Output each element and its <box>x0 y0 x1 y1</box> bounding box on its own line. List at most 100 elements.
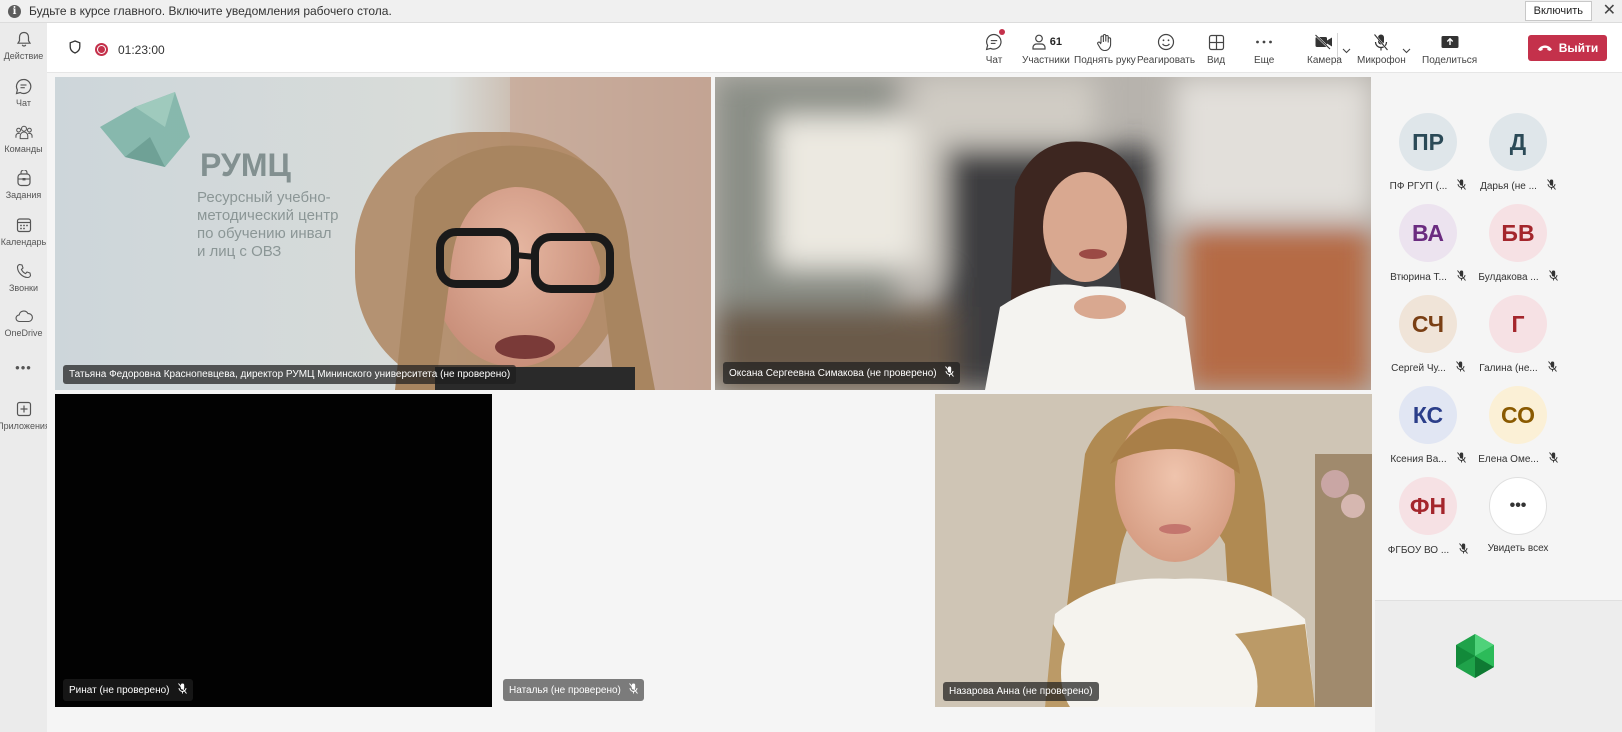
more-button[interactable]: Еще <box>1254 31 1274 66</box>
participant-avatar-item[interactable]: ФН ФГБОУ ВО ... <box>1383 477 1473 557</box>
mic-muted-icon <box>1456 452 1466 466</box>
participant-avatar-item[interactable]: Д Дарья (не ... <box>1473 113 1563 193</box>
participant-avatar-item[interactable]: БВ Булдакова ... <box>1473 204 1563 284</box>
notification-message: Будьте в курсе главного. Включите уведом… <box>29 4 392 18</box>
mic-muted-icon <box>1548 270 1558 284</box>
see-all-label: Увидеть всех <box>1473 543 1563 554</box>
participant-avatar-item[interactable]: СО Елена Оме... <box>1473 386 1563 466</box>
chat-icon <box>985 29 1005 53</box>
leave-button[interactable]: Выйти <box>1528 35 1607 61</box>
self-view-avatar-icon <box>1456 634 1494 678</box>
participant-avatar-item[interactable]: КС Ксения Ва... <box>1383 386 1473 466</box>
rail-item-apps[interactable]: Приложения <box>0 400 50 431</box>
close-icon[interactable]: ✕ <box>1603 0 1616 22</box>
rail-item-assignments[interactable]: Задания <box>0 169 47 200</box>
participant-name: Галина (не... <box>1479 362 1538 374</box>
rail-label: Календарь <box>0 237 47 247</box>
rail-item-chat[interactable]: Чат <box>0 77 47 108</box>
phone-icon <box>15 262 33 280</box>
participant-name: ФГБОУ ВО ... <box>1387 544 1450 556</box>
video-feed <box>715 77 1371 390</box>
more-label: Еще <box>1254 55 1275 66</box>
participant-name: Назарова Анна (не проверено) <box>949 686 1093 697</box>
teams-icon <box>14 123 33 141</box>
see-all-participants-button[interactable]: ••• Увидеть всех <box>1473 477 1563 554</box>
avatar: КС <box>1399 386 1457 444</box>
enable-notifications-button[interactable]: Включить <box>1524 1 1592 21</box>
video-tile[interactable]: Наталья (не проверено) <box>495 394 932 707</box>
rail-item-calendar[interactable]: Календарь <box>0 216 47 247</box>
view-button[interactable]: Вид <box>1207 31 1225 66</box>
mic-off-icon <box>1373 31 1389 53</box>
participant-short-name: Галина (не... <box>1473 361 1563 375</box>
chat-button[interactable]: Чат <box>985 29 1005 66</box>
avatar: БВ <box>1489 204 1547 262</box>
share-icon <box>1440 31 1460 53</box>
raise-hand-button[interactable]: Поднять руку <box>1074 31 1136 66</box>
share-button[interactable]: Поделиться <box>1422 31 1477 66</box>
avatar: Д <box>1489 113 1547 171</box>
raise-hand-label: Поднять руку <box>1074 55 1136 66</box>
participant-name: Увидеть всех <box>1487 543 1549 554</box>
cloud-icon <box>15 307 33 325</box>
video-tile[interactable]: Назарова Анна (не проверено) <box>935 394 1372 707</box>
react-button[interactable]: Реагировать <box>1137 31 1195 66</box>
mic-muted-icon <box>177 683 187 697</box>
participant-short-name: Ксения Ва... <box>1383 452 1473 466</box>
mic-button[interactable]: Микрофон <box>1357 31 1406 66</box>
rail-label: OneDrive <box>4 328 43 338</box>
assignments-icon <box>15 169 33 187</box>
participant-short-name: ФГБОУ ВО ... <box>1383 543 1473 557</box>
participants-label: Участники <box>1022 55 1070 66</box>
rail-item-calls[interactable]: Звонки <box>0 262 47 293</box>
rail-label: Команды <box>4 144 43 154</box>
participant-short-name: Втюрина Т... <box>1383 270 1473 284</box>
more-icon: ••• <box>15 360 32 375</box>
avatar: Г <box>1489 295 1547 353</box>
mic-muted-icon <box>1547 361 1557 375</box>
participant-short-name: Булдакова ... <box>1473 270 1563 284</box>
mic-muted-icon <box>1457 179 1467 193</box>
shield-icon[interactable] <box>69 40 81 59</box>
video-tile[interactable]: Ринат (не проверено) <box>55 394 492 707</box>
view-label: Вид <box>1207 55 1226 66</box>
avatar: СЧ <box>1399 295 1457 353</box>
hand-icon <box>1096 31 1114 53</box>
share-label: Поделиться <box>1422 55 1478 66</box>
camera-label: Камера <box>1307 55 1342 66</box>
participant-name: Сергей Чу... <box>1391 362 1446 374</box>
video-feed <box>935 394 1372 707</box>
participant-avatar-item[interactable]: Г Галина (не... <box>1473 295 1563 375</box>
unread-dot <box>999 29 1005 35</box>
mic-options-chevron-icon[interactable] <box>1402 41 1411 59</box>
rail-label: Чат <box>16 98 31 108</box>
rail-item-activity[interactable]: Действие <box>0 30 47 61</box>
participant-avatar-item[interactable]: ПР ПФ РГУП (... <box>1383 113 1473 193</box>
video-tile[interactable]: Оксана Сергеевна Симакова (не проверено) <box>715 77 1371 390</box>
camera-options-chevron-icon[interactable] <box>1342 41 1351 59</box>
people-icon: 61 <box>1030 31 1062 53</box>
video-tile[interactable]: РУМЦ Ресурсный учебно- методический цент… <box>55 77 711 390</box>
banner-brand: РУМЦ <box>200 147 291 183</box>
participant-name: Татьяна Федоровна Краснопевцева, директо… <box>69 369 511 380</box>
participant-avatar-item[interactable]: СЧ Сергей Чу... <box>1383 295 1473 375</box>
video-stage: РУМЦ Ресурсный учебно- методический цент… <box>47 73 1375 732</box>
rail-item-onedrive[interactable]: OneDrive <box>0 307 47 338</box>
participant-short-name: Елена Оме... <box>1473 452 1563 466</box>
participant-avatar-item[interactable]: ВА Втюрина Т... <box>1383 204 1473 284</box>
rail-item-teams[interactable]: Команды <box>0 123 47 154</box>
self-view[interactable] <box>1375 600 1622 732</box>
camera-button[interactable]: Камера <box>1307 31 1342 66</box>
notification-bar: i Будьте в курсе главного. Включите увед… <box>0 0 1622 23</box>
rail-label: Задания <box>5 190 42 200</box>
banner-line: Ресурсный учебно- <box>197 189 331 206</box>
participant-short-name: Сергей Чу... <box>1383 361 1473 375</box>
participants-button[interactable]: 61 Участники <box>1022 31 1070 66</box>
hangup-icon <box>1537 45 1552 51</box>
rail-item-more[interactable]: ••• <box>0 357 47 375</box>
participant-name-tag: Назарова Анна (не проверено) <box>943 682 1099 701</box>
participant-name-tag: Наталья (не проверено) <box>503 679 644 701</box>
mic-muted-icon <box>1548 452 1558 466</box>
avatar: ФН <box>1399 477 1457 535</box>
participant-short-name: Дарья (не ... <box>1473 179 1563 193</box>
